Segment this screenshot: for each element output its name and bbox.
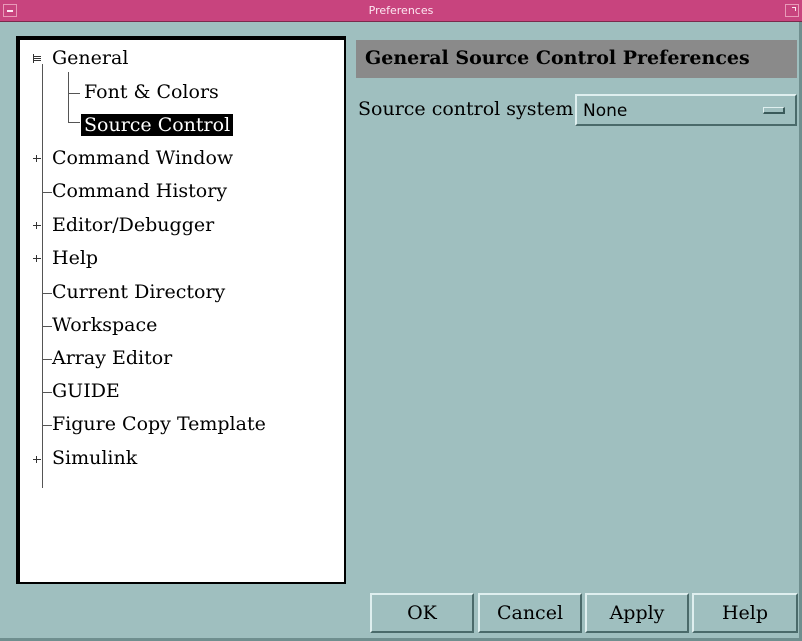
tree-item-font-colors[interactable]: Font & Colors	[81, 80, 222, 104]
apply-button[interactable]: Apply	[585, 593, 689, 633]
source-control-dropdown[interactable]: None	[575, 94, 797, 126]
tree-item-source-control[interactable]: Source Control	[81, 113, 234, 137]
tree-item-general[interactable]: General	[49, 46, 131, 70]
tree-item-array-editor[interactable]: Array Editor	[49, 346, 175, 370]
tree-item-help[interactable]: Help	[49, 246, 101, 270]
section-header: General Source Control Preferences	[356, 40, 797, 78]
expand-icon[interactable]	[32, 455, 41, 464]
tree-connector	[68, 93, 80, 94]
collapse-icon[interactable]	[32, 54, 41, 63]
window-title: Preferences	[368, 4, 434, 17]
tree-item-figure-copy-template[interactable]: Figure Copy Template	[49, 412, 269, 436]
ok-button[interactable]: OK	[370, 593, 474, 633]
tree-item-editor-debugger[interactable]: Editor/Debugger	[49, 213, 217, 237]
help-button[interactable]: Help	[692, 593, 798, 633]
expand-icon[interactable]	[32, 221, 41, 230]
source-control-label: Source control system:	[358, 98, 580, 120]
title-bar: Preferences	[0, 0, 802, 22]
expand-icon[interactable]	[32, 254, 41, 263]
cancel-button[interactable]: Cancel	[478, 593, 582, 633]
preferences-tree[interactable]: General Font & Colors Source Control Com…	[16, 36, 346, 584]
tree-item-command-window[interactable]: Command Window	[49, 146, 236, 170]
tree-general-branch-line	[68, 72, 69, 122]
section-title: General Source Control Preferences	[365, 47, 750, 69]
tree-item-workspace[interactable]: Workspace	[49, 313, 160, 337]
expand-icon[interactable]	[32, 154, 41, 163]
maximize-icon[interactable]	[785, 4, 799, 17]
tree-connector	[68, 122, 80, 123]
tree-item-current-directory[interactable]: Current Directory	[49, 280, 228, 304]
tree-item-command-history[interactable]: Command History	[49, 179, 230, 203]
source-control-value: None	[583, 101, 628, 121]
option-menu-indicator-icon	[763, 107, 785, 114]
tree-item-simulink[interactable]: Simulink	[49, 446, 140, 470]
tree-item-guide[interactable]: GUIDE	[49, 379, 123, 403]
